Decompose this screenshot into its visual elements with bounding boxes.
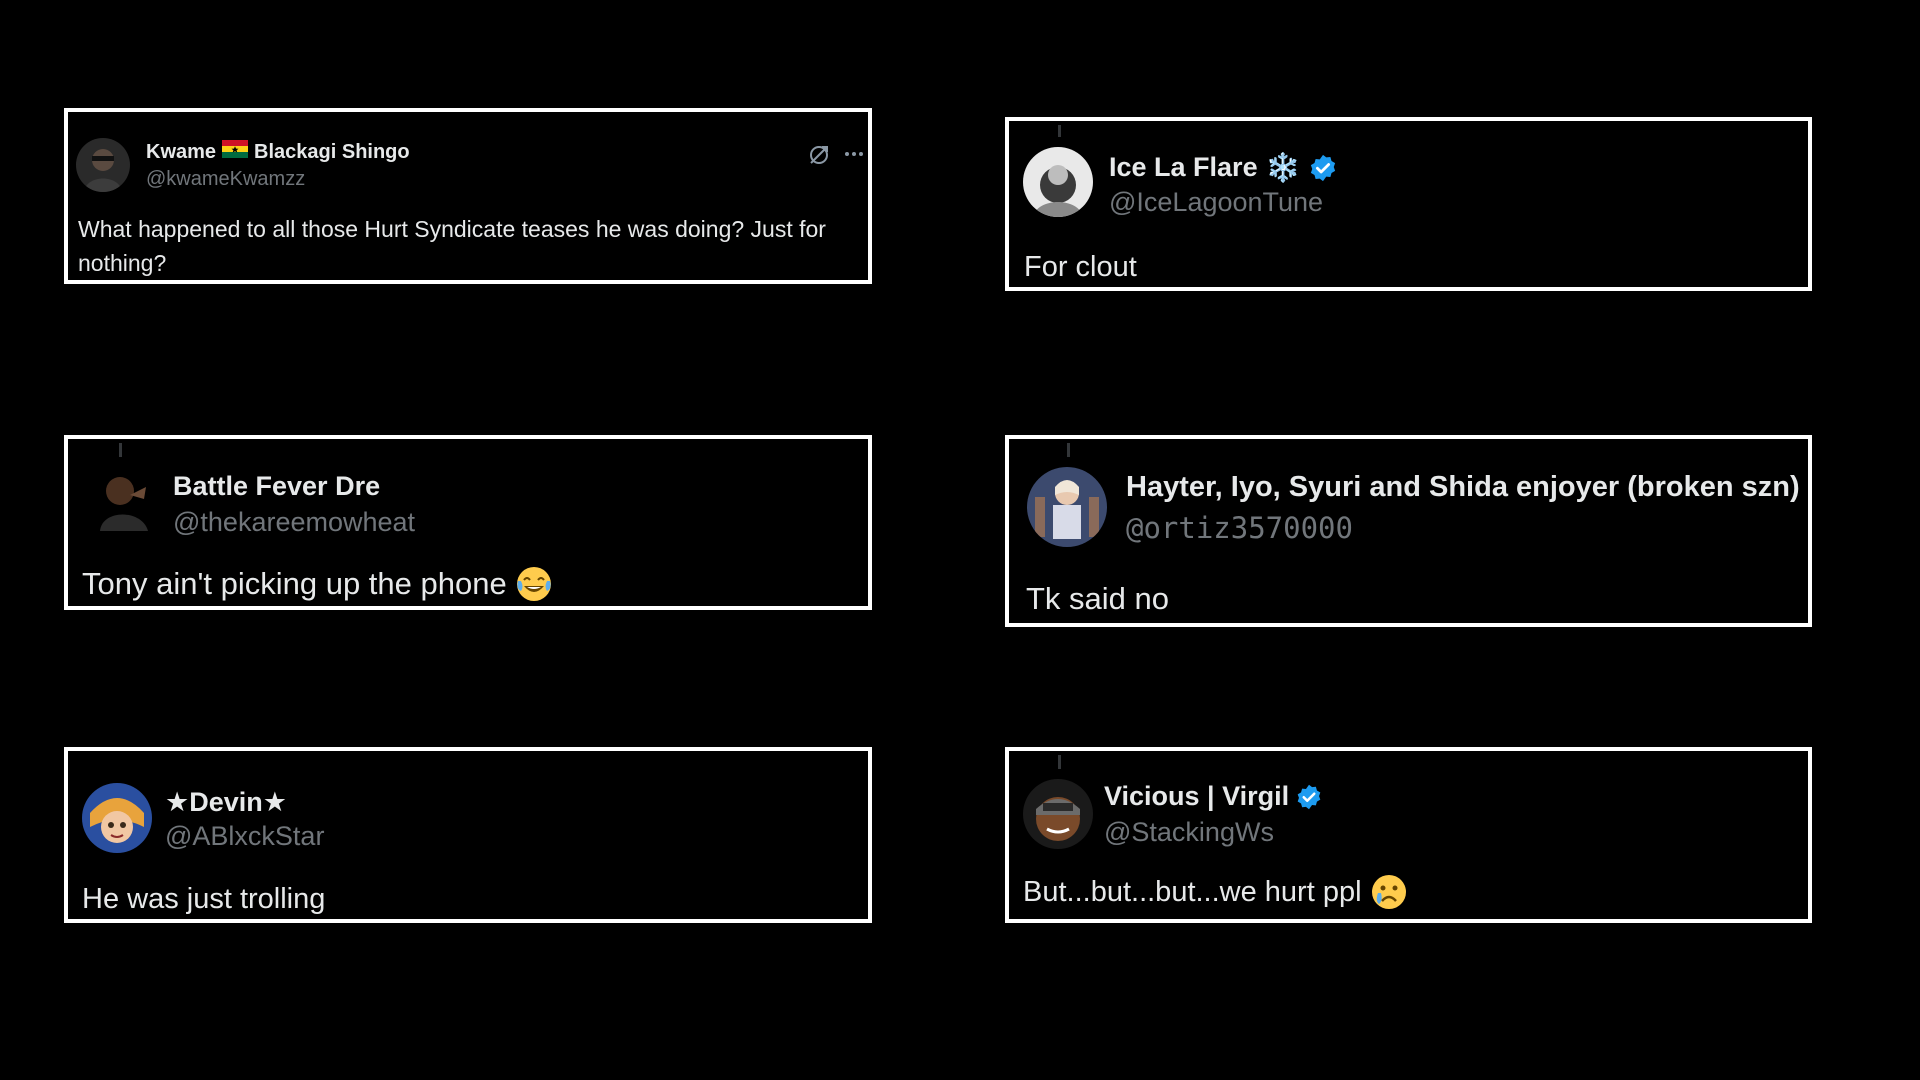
thread-line xyxy=(119,443,122,457)
display-name-row[interactable]: Vicious | Virgil xyxy=(1104,781,1323,812)
display-name-row[interactable]: Kwame Blackagi Shingo xyxy=(146,140,410,164)
handle[interactable]: @kwameKwamzz xyxy=(146,168,305,191)
display-name: Ice La Flare xyxy=(1109,152,1258,182)
avatar[interactable] xyxy=(90,465,156,531)
display-name-row[interactable]: Ice La Flare ❄️ xyxy=(1109,151,1338,184)
handle[interactable]: @thekareemowheat xyxy=(173,507,415,538)
display-name[interactable]: Hayter, Iyo, Syuri and Shida enjoyer (br… xyxy=(1126,471,1800,504)
tweet-text: Tk said no xyxy=(1026,581,1170,616)
verified-badge-icon xyxy=(1295,783,1323,811)
tweet-text: He was just trolling xyxy=(82,883,326,915)
ghana-flag-icon xyxy=(222,140,249,164)
thread-line xyxy=(1058,125,1061,137)
tweet-text-row: But...but...but...we hurt ppl xyxy=(1023,873,1408,911)
verified-badge-icon xyxy=(1308,153,1338,183)
thread-line xyxy=(1067,443,1070,457)
handle[interactable]: @StackingWs xyxy=(1104,817,1274,848)
display-name[interactable]: ★Devin★ xyxy=(165,787,287,818)
crying-face-emoji xyxy=(1370,873,1408,911)
tweet-text-line-2: nothing? xyxy=(78,250,167,276)
tweet-text-line-1: What happened to all those Hurt Syndicat… xyxy=(78,216,826,242)
display-name: Vicious | Virgil xyxy=(1104,781,1290,811)
avatar[interactable] xyxy=(1023,779,1093,849)
tweet-card-4[interactable]: Hayter, Iyo, Syuri and Shida enjoyer (br… xyxy=(1005,435,1812,627)
handle[interactable]: @ortiz3570000 xyxy=(1126,511,1353,545)
display-name-part1: Kwame xyxy=(146,140,217,163)
avatar[interactable] xyxy=(1023,147,1093,217)
grok-icon[interactable] xyxy=(806,142,832,173)
avatar[interactable] xyxy=(76,138,130,192)
display-name[interactable]: Battle Fever Dre xyxy=(173,471,380,502)
tweet-text: For clout xyxy=(1024,251,1137,283)
tweet-card-2[interactable]: Ice La Flare ❄️ @IceLagoonTune For clout xyxy=(1005,117,1812,291)
handle[interactable]: @ABlxckStar xyxy=(165,821,324,852)
tweet-text: Tony ain't picking up the phone xyxy=(82,566,507,601)
avatar[interactable] xyxy=(1027,467,1107,547)
tweet-card-5[interactable]: ★Devin★ @ABlxckStar He was just trolling xyxy=(64,747,872,923)
more-icon[interactable] xyxy=(842,142,866,171)
face-with-tears-of-joy-emoji xyxy=(515,565,553,603)
tweet-card-3[interactable]: Battle Fever Dre @thekareemowheat Tony a… xyxy=(64,435,872,610)
tweet-text-row: Tony ain't picking up the phone xyxy=(82,565,553,603)
tweet-card-1[interactable]: Kwame Blackagi Shingo @kwameKwamzz What … xyxy=(64,108,872,284)
thread-line xyxy=(1058,755,1061,769)
avatar[interactable] xyxy=(82,783,152,853)
snowflake-emoji: ❄️ xyxy=(1265,152,1301,183)
handle[interactable]: @IceLagoonTune xyxy=(1109,187,1323,218)
tweet-card-6[interactable]: Vicious | Virgil @StackingWs But...but..… xyxy=(1005,747,1812,923)
display-name-part2: Blackagi Shingo xyxy=(254,140,410,163)
tweet-text: But...but...but...we hurt ppl xyxy=(1023,875,1362,908)
